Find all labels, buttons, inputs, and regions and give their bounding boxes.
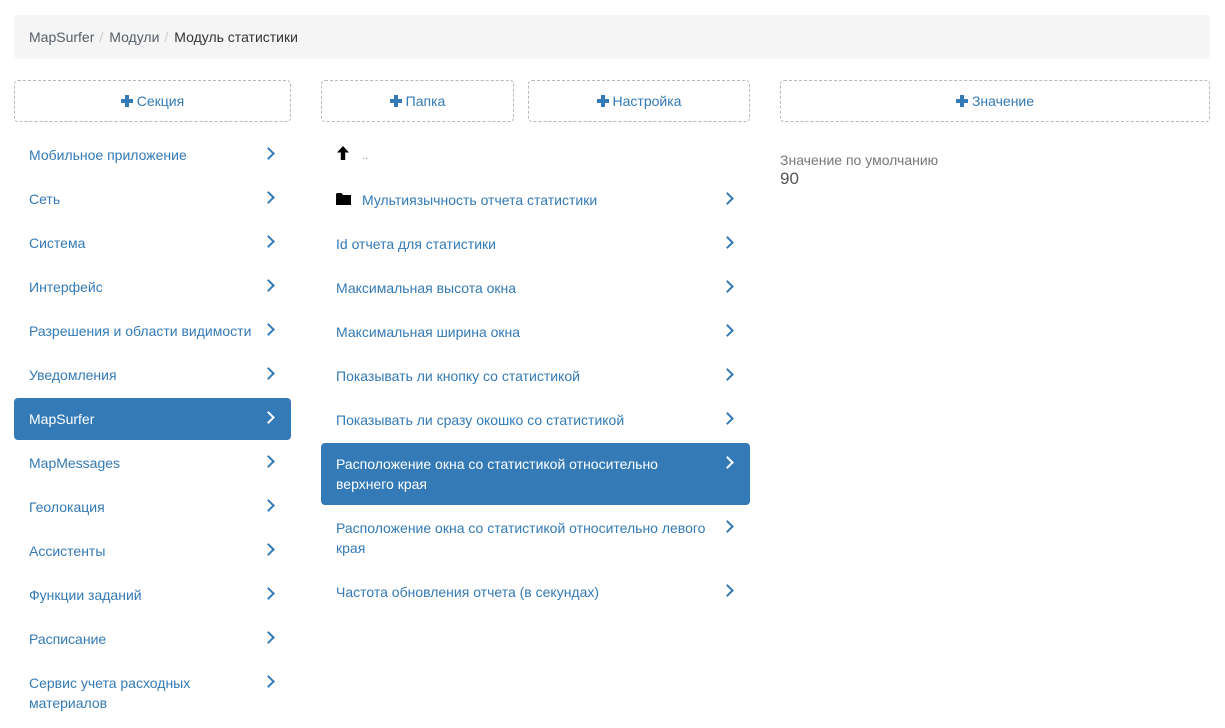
chevron-right-icon	[721, 324, 734, 337]
setting-item[interactable]: Максимальная высота окна	[321, 267, 750, 309]
breadcrumb-separator: /	[164, 29, 169, 45]
folder-item[interactable]: Мультиязычность отчета статистики	[321, 179, 750, 221]
add-value-label: Значение	[971, 93, 1035, 109]
chevron-right-icon	[721, 412, 734, 425]
chevron-right-icon	[262, 147, 275, 160]
section-item[interactable]: Разрешения и области видимости	[14, 310, 291, 352]
chevron-right-icon	[262, 235, 275, 248]
add-setting-button[interactable]: Настройка	[528, 80, 750, 122]
setting-item[interactable]: Id отчета для статистики	[321, 223, 750, 265]
section-item[interactable]: Функции заданий	[14, 574, 291, 616]
navigate-up-item[interactable]: ..	[321, 134, 750, 177]
setting-item-label: Максимальная ширина окна	[336, 324, 521, 340]
breadcrumb: MapSurfer / Модули / Модуль статистики	[14, 15, 1210, 59]
chevron-right-icon	[262, 455, 275, 468]
chevron-right-icon	[262, 631, 275, 644]
breadcrumb-separator: /	[99, 29, 104, 45]
add-section-label: Секция	[136, 93, 185, 109]
plus-icon	[955, 95, 968, 107]
arrow-up-icon	[336, 145, 352, 166]
setting-item[interactable]: Показывать ли кнопку со статистикой	[321, 355, 750, 397]
section-item-label: MapSurfer	[29, 411, 95, 427]
setting-item[interactable]: Частота обновления отчета (в секундах)	[321, 571, 750, 613]
section-item-label: Ассистенты	[29, 543, 106, 559]
add-setting-label: Настройка	[612, 93, 682, 109]
breadcrumb-link-mapsurfer[interactable]: MapSurfer	[29, 29, 94, 45]
section-item-label: Геолокация	[29, 499, 105, 515]
settings-list: .. Мультиязычность отчета статистики Id …	[321, 134, 750, 615]
setting-item-label: Частота обновления отчета (в секундах)	[336, 584, 600, 600]
section-item-label: Сервис учета расходных материалов	[29, 675, 191, 711]
breadcrumb-link-modules[interactable]: Модули	[109, 29, 159, 45]
add-folder-button[interactable]: Папка	[321, 80, 514, 122]
chevron-right-icon	[262, 323, 275, 336]
value-panel: Значение по умолчанию 90	[780, 152, 938, 189]
section-item-label: Система	[29, 235, 86, 251]
setting-item-label: Показывать ли кнопку со статистикой	[336, 368, 580, 384]
setting-item-label: Расположение окна со статистикой относит…	[336, 520, 706, 556]
setting-item[interactable]: Расположение окна со статистикой относит…	[321, 507, 750, 569]
chevron-right-icon	[262, 543, 275, 556]
default-value-label: Значение по умолчанию	[780, 152, 939, 168]
chevron-right-icon	[721, 520, 734, 533]
chevron-right-icon	[262, 499, 275, 512]
plus-icon	[389, 95, 402, 107]
setting-item[interactable]: Максимальная ширина окна	[321, 311, 750, 353]
section-item[interactable]: Мобильное приложение	[14, 134, 291, 176]
setting-item-label: Id отчета для статистики	[336, 236, 496, 252]
section-item[interactable]: MapMessages	[14, 442, 291, 484]
section-item[interactable]: Интерфейс	[14, 266, 291, 308]
chevron-right-icon	[721, 192, 734, 205]
section-item[interactable]: Система	[14, 222, 291, 264]
chevron-right-icon	[721, 456, 734, 469]
default-value[interactable]: 90	[780, 169, 938, 189]
section-item[interactable]: Уведомления	[14, 354, 291, 396]
section-item-label: Разрешения и области видимости	[29, 323, 252, 339]
section-item-label: Расписание	[29, 631, 107, 647]
section-item-label: Функции заданий	[29, 587, 142, 603]
chevron-right-icon	[262, 675, 275, 688]
chevron-right-icon	[262, 587, 275, 600]
section-item-label: Мобильное приложение	[29, 147, 187, 163]
chevron-right-icon	[721, 584, 734, 597]
setting-item-label: Максимальная высота окна	[336, 280, 517, 296]
plus-icon	[120, 95, 133, 107]
chevron-right-icon	[262, 191, 275, 204]
section-item-label: Уведомления	[29, 367, 117, 383]
setting-item[interactable]: Показывать ли сразу окошко со статистико…	[321, 399, 750, 441]
setting-item-label: Показывать ли сразу окошко со статистико…	[336, 412, 625, 428]
chevron-right-icon	[262, 279, 275, 292]
chevron-right-icon	[262, 411, 275, 424]
chevron-right-icon	[721, 236, 734, 249]
section-item[interactable]: Расписание	[14, 618, 291, 660]
chevron-right-icon	[721, 280, 734, 293]
section-item[interactable]: Ассистенты	[14, 530, 291, 572]
breadcrumb-current: Модуль статистики	[174, 29, 298, 45]
sections-list: Мобильное приложение Сеть Система Интерфейс…	[14, 134, 291, 726]
folder-icon	[336, 190, 352, 210]
setting-item-label: Расположение окна со статистикой относит…	[336, 456, 658, 492]
section-item[interactable]: Сеть	[14, 178, 291, 220]
section-item[interactable]: Геолокация	[14, 486, 291, 528]
section-item-label: Сеть	[29, 191, 61, 207]
folder-label: Мультиязычность отчета статистики	[362, 192, 598, 208]
add-value-button[interactable]: Значение	[780, 80, 1210, 122]
navigate-up-label: ..	[362, 149, 369, 162]
chevron-right-icon	[262, 367, 275, 380]
setting-item[interactable]: Расположение окна со статистикой относит…	[321, 443, 750, 505]
add-folder-label: Папка	[405, 93, 446, 109]
plus-icon	[596, 95, 609, 107]
chevron-right-icon	[721, 368, 734, 381]
section-item-label: Интерфейс	[29, 279, 103, 295]
section-item[interactable]: Сервис учета расходных материалов	[14, 662, 291, 724]
section-item[interactable]: MapSurfer	[14, 398, 291, 440]
section-item-label: MapMessages	[29, 455, 121, 471]
add-section-button[interactable]: Секция	[14, 80, 291, 122]
